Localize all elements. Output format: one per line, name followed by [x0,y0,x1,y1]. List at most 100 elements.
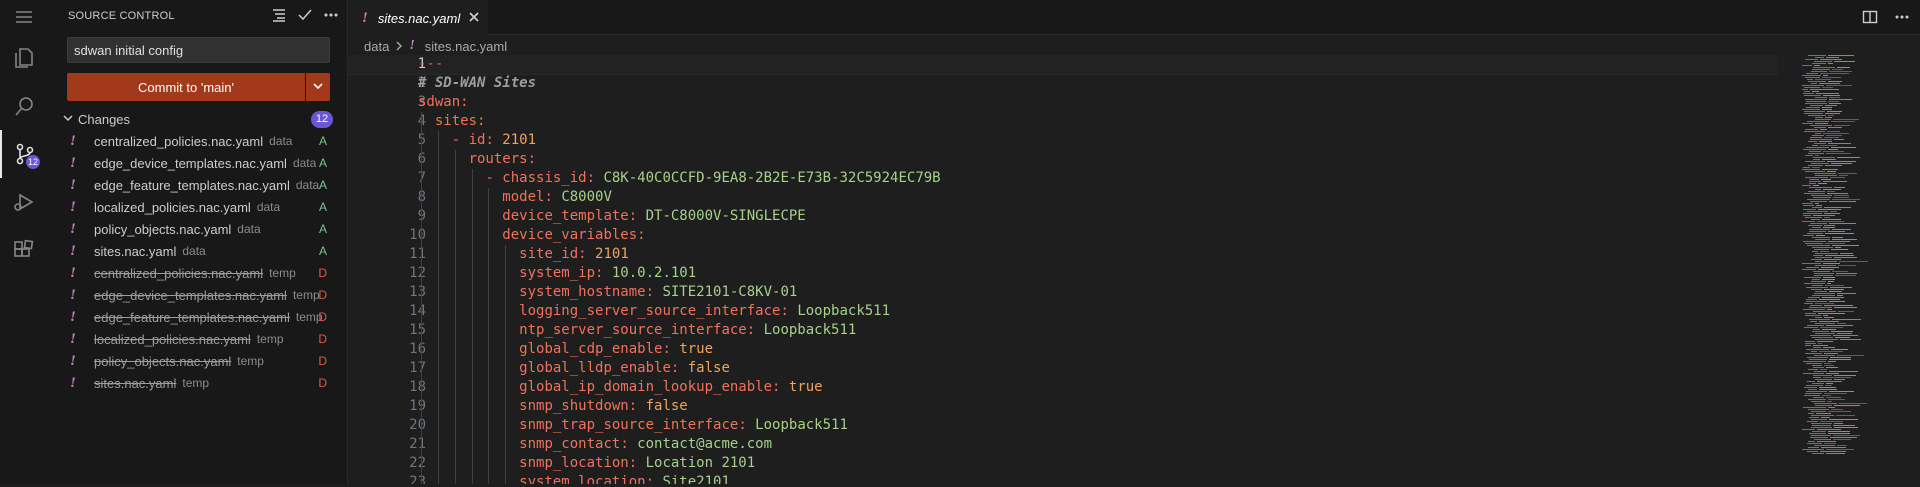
indent-guide [454,416,456,435]
more-actions-icon[interactable] [323,7,339,26]
code-line[interactable]: 9 device_template: DT-C8000V-SINGLECPE [348,207,1778,226]
commit-message-input[interactable] [67,37,330,63]
code-token: Loopback511 [763,322,857,338]
run-debug-icon[interactable] [0,178,48,226]
menu-icon[interactable] [0,0,48,34]
line-content: snmp_contact: contact@acme.com [519,435,772,454]
extensions-icon[interactable] [0,226,48,274]
indent-guide [421,454,422,473]
breadcrumb-folder[interactable]: data [364,39,389,54]
line-content: system_hostname: SITE2101-C8KV-01 [519,283,797,302]
view-as-tree-icon[interactable] [271,7,287,26]
changed-file-item[interactable]: ! centralized_policies.nac.yaml data A [48,130,347,152]
changed-file-item[interactable]: ! edge_device_templates.nac.yaml temp D [48,284,347,306]
indent-guide [437,359,439,378]
code-line[interactable]: 8 model: C8000V [348,188,1778,207]
code-line[interactable]: 7 - chassis_id: C8K-40C0CCFD-9EA8-2B2E-E7… [348,169,1778,188]
indent-guide [454,245,456,264]
indent-guide [488,435,490,454]
yaml-file-icon: ! [70,330,76,347]
commit-button[interactable]: Commit to 'main' [67,73,305,101]
changed-file-item[interactable]: ! localized_policies.nac.yaml data A [48,196,347,218]
minimap[interactable] [1788,55,1898,484]
breadcrumb-file[interactable]: sites.nac.yaml [425,39,507,54]
line-content: snmp_shutdown: false [519,397,688,416]
commit-check-icon[interactable] [297,7,313,26]
file-directory: data [237,222,261,236]
code-line[interactable]: 10 device_variables: [348,226,1778,245]
indent-guide [421,150,422,169]
indent-guide [454,321,456,340]
line-content: model: C8000V [502,188,612,207]
code-line[interactable]: 5 - id: 2101 [348,131,1778,150]
changed-file-item[interactable]: ! edge_feature_templates.nac.yaml temp D [48,306,347,328]
code-editor[interactable]: 1---2# SD-WAN Sites3sdwan:4sites:5- id: … [348,55,1778,484]
changed-file-item[interactable]: ! centralized_policies.nac.yaml temp D [48,262,347,284]
line-number: 18 [409,379,426,395]
code-line[interactable]: 19 snmp_shutdown: false [348,397,1778,416]
changes-section-header[interactable]: Changes 12 [48,108,347,130]
file-name: edge_device_templates.nac.yaml [94,155,287,171]
more-actions-icon[interactable] [1894,9,1910,28]
code-line[interactable]: 16 global_cdp_enable: true [348,340,1778,359]
code-token: : [662,341,680,357]
indent-guide [454,397,456,416]
yaml-file-icon: ! [70,286,76,303]
line-content: ntp_server_source_interface: Loopback511 [519,321,856,340]
editor-scrollbar[interactable] [1898,55,1912,484]
indent-guide [421,169,422,188]
code-line[interactable]: 13 system_hostname: SITE2101-C8KV-01 [348,283,1778,302]
code-line[interactable]: 18 global_ip_domain_lookup_enable: true [348,378,1778,397]
changed-file-item[interactable]: ! sites.nac.yaml temp D [48,372,347,394]
code-line[interactable]: 2 # SD-WAN Sites [348,74,1778,93]
search-icon[interactable] [0,82,48,130]
code-line[interactable]: 20 snmp_trap_source_interface: Loopback51… [348,416,1778,435]
code-line[interactable]: 11 site_id: 2101 [348,245,1778,264]
changed-file-item[interactable]: ! policy_objects.nac.yaml data A [48,218,347,240]
explorer-icon[interactable] [0,34,48,82]
commit-dropdown-button[interactable] [306,73,330,101]
code-token: 2101 [595,246,629,262]
file-directory: data [256,200,281,214]
code-line[interactable]: 14 logging_server_source_interface: Loopb… [348,302,1778,321]
close-icon[interactable] [468,11,480,26]
split-editor-icon[interactable] [1862,9,1878,28]
line-number: 9 [348,207,426,226]
changed-file-item[interactable]: ! policy_objects.nac.yaml temp D [48,350,347,372]
code-line[interactable]: 3 sdwan: [348,93,1778,112]
code-line[interactable]: 17 global_lldp_enable: false [348,359,1778,378]
changed-file-item[interactable]: ! sites.nac.yaml data A [48,240,347,262]
code-line[interactable]: 6 routers: [348,150,1778,169]
source-control-icon[interactable]: 12 [0,130,48,178]
yaml-file-icon: ! [70,132,76,149]
code-token: device_variables [502,227,638,243]
code-line[interactable]: 22 snmp_location: Location 2101 [348,454,1778,473]
code-token: Loopback511 [797,303,891,319]
indent-guide [505,245,507,264]
code-token: sdwan [418,94,461,110]
line-content: system_location: Site2101 [519,473,730,484]
code-line[interactable]: 23 system_location: Site2101 [348,473,1778,484]
code-line[interactable]: 21 snmp_contact: contact@acme.com [348,435,1778,454]
changed-file-item[interactable]: ! edge_feature_templates.nac.yaml data A [48,174,347,196]
line-number: 5 [348,131,426,150]
code-line[interactable]: 1 --- [348,55,1778,75]
indent-guide [437,321,439,340]
code-token: : [628,398,646,414]
line-content: global_lldp_enable: false [519,359,730,378]
code-line[interactable]: 12 system_ip: 10.0.2.101 [348,264,1778,283]
code-token: snmp_location [519,455,629,471]
line-number: 3 [417,94,426,110]
indent-guide [421,245,422,264]
line-content: - chassis_id: C8K-40C0CCFD-9EA8-2B2E-E73… [485,169,940,188]
changed-file-item[interactable]: ! localized_policies.nac.yaml temp D [48,328,347,350]
indent-guide [471,226,473,245]
code-line[interactable]: 15 ntp_server_source_interface: Loopback5… [348,321,1778,340]
code-token: system_ip [519,265,596,281]
code-line[interactable]: 4 sites: [348,112,1778,131]
indent-guide [421,378,422,397]
code-token: site_id [519,246,579,262]
tab-sites-nac-yaml[interactable]: ! sites.nac.yaml [348,0,488,36]
line-number: 23 [409,474,426,484]
changed-file-item[interactable]: ! edge_device_templates.nac.yaml data A [48,152,347,174]
